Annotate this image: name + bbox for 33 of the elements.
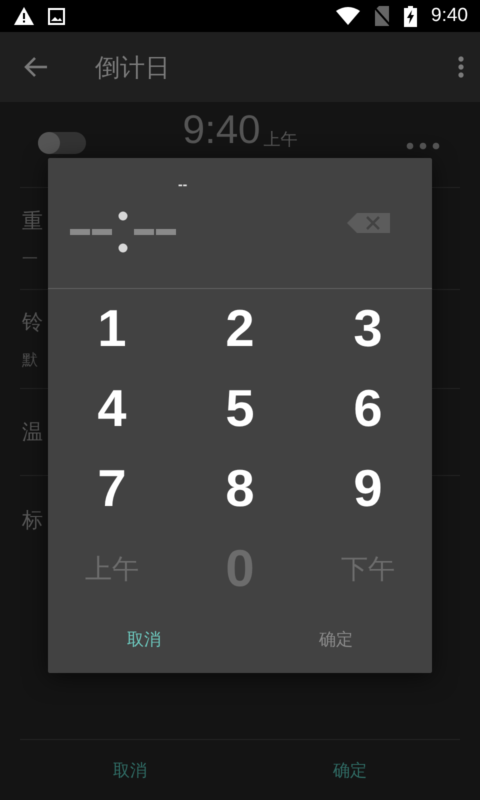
page-title: 倒计日 — [95, 52, 171, 84]
alarm-time[interactable]: 9:40 — [182, 108, 260, 153]
more-options-icon[interactable] — [458, 56, 464, 78]
text-button[interactable]: 确定 — [329, 754, 371, 786]
alarm-toggle[interactable] — [38, 132, 86, 154]
keypad-key[interactable]: 5 — [195, 374, 285, 444]
keypad-key[interactable]: 6 — [323, 374, 413, 444]
no-sim-icon — [374, 6, 390, 26]
keypad-key[interactable]: 4 — [67, 374, 157, 444]
keypad-key[interactable]: 3 — [323, 294, 413, 364]
keypad-key[interactable]: 9 — [323, 454, 413, 524]
back-arrow-icon[interactable] — [24, 57, 48, 77]
setting-label[interactable]: 重 — [22, 207, 43, 235]
wifi-icon — [336, 7, 360, 25]
backspace-icon[interactable] — [347, 213, 390, 233]
image-icon — [48, 8, 65, 24]
clock-time: 9:40 — [431, 5, 468, 27]
warning-icon — [14, 7, 34, 25]
setting-value: 默 — [22, 350, 38, 370]
text-button[interactable]: 取消 — [109, 754, 151, 786]
keypad-key[interactable]: 8 — [195, 454, 285, 524]
battery-charging-icon — [404, 6, 418, 26]
more-options-icon[interactable] — [406, 142, 440, 150]
setting-label[interactable]: 标 — [22, 506, 43, 534]
dialog-button[interactable]: 取消 — [115, 622, 173, 656]
period-display: -- — [178, 176, 188, 192]
keypad-key[interactable]: 2 — [195, 294, 285, 364]
keypad-key[interactable]: 1 — [67, 294, 157, 364]
setting-label[interactable]: 铃 — [22, 308, 43, 336]
setting-label[interactable]: 温 — [22, 418, 43, 446]
keypad-key[interactable]: 7 — [67, 454, 157, 524]
setting-value: 一 — [22, 250, 38, 270]
alarm-period: 上午 — [263, 129, 298, 151]
